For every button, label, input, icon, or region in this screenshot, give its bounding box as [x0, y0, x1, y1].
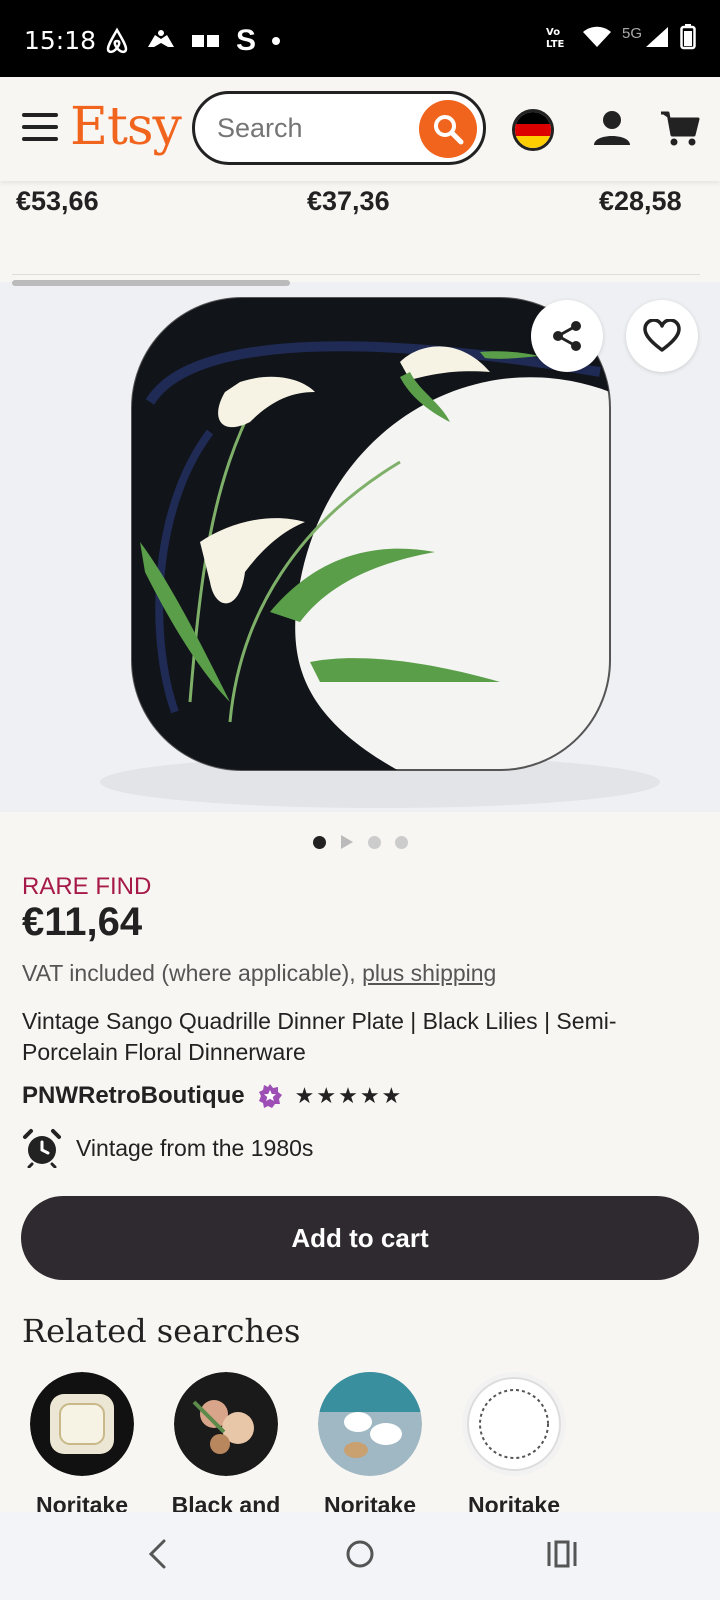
rating-stars: ★★★★★ [294, 1083, 404, 1108]
s-icon: S [236, 24, 257, 57]
shop-name[interactable]: PNWRetroBoutique [22, 1082, 245, 1110]
home-icon[interactable] [344, 1538, 376, 1570]
vintage-row: Vintage from the 1980s [22, 1128, 313, 1168]
status-bar: 15:18 S Vo LTE 5G [0, 0, 720, 77]
add-to-cart-button[interactable]: Add to cart [21, 1196, 699, 1280]
vat-label: VAT included (where applicable), [22, 960, 363, 986]
battery-icon [680, 24, 696, 50]
previous-items-prices: €53,66 €37,36 €28,58 [0, 186, 720, 226]
listing-price: €11,64 [22, 900, 143, 944]
app-header: Etsy [0, 77, 720, 181]
cart-icon[interactable] [660, 109, 700, 149]
system-nav-bar [0, 1512, 720, 1600]
signal-5g-icon [646, 27, 668, 47]
related-thumbnail [318, 1372, 422, 1476]
item-price: €37,36 [307, 186, 390, 216]
related-thumbnail [30, 1372, 134, 1476]
vintage-text: Vintage from the 1980s [76, 1134, 314, 1161]
svg-text:LTE: LTE [546, 39, 565, 49]
video-play-icon[interactable] [340, 834, 354, 850]
related-thumbnail [174, 1372, 278, 1476]
product-image[interactable] [0, 282, 720, 812]
scroll-indicator [12, 280, 290, 286]
status-time: 15:18 [24, 26, 97, 55]
related-item[interactable]: Black and [172, 1372, 280, 1519]
share-icon [553, 321, 581, 351]
star-seller-icon [258, 1084, 282, 1108]
system-icons: Vo LTE 5G [546, 24, 696, 50]
heart-icon [643, 319, 681, 352]
shipping-link[interactable]: plus shipping [362, 960, 496, 986]
back-icon[interactable] [146, 1538, 170, 1570]
notification-icons: S [104, 24, 281, 58]
badge-icon [192, 35, 219, 47]
related-item[interactable]: Noritake [30, 1372, 134, 1519]
recent-apps-icon[interactable] [546, 1538, 578, 1570]
airbnb-icon [106, 27, 128, 54]
item-price: €53,66 [16, 186, 99, 216]
shop-row[interactable]: PNWRetroBoutique ★★★★★ [22, 1082, 403, 1110]
share-button[interactable] [531, 300, 603, 372]
related-item[interactable]: Noritake [318, 1372, 422, 1519]
related-thumbnail [462, 1372, 566, 1476]
carousel-dots [0, 832, 720, 852]
carousel-dot[interactable] [312, 835, 326, 849]
menu-icon[interactable] [22, 113, 58, 141]
region-flag-icon[interactable] [512, 109, 554, 151]
carousel-dot[interactable] [367, 835, 381, 849]
listing-title: Vintage Sango Quadrille Dinner Plate | B… [22, 1008, 617, 1065]
etsy-logo[interactable]: Etsy [70, 97, 182, 157]
volte-icon: VoLTE [546, 27, 565, 49]
hoodie-icon [148, 30, 174, 47]
svg-text:Vo: Vo [546, 27, 560, 38]
divider [12, 274, 700, 275]
dot-icon [272, 37, 281, 45]
related-searches-title: Related searches [22, 1312, 301, 1350]
alarm-clock-icon [23, 1129, 61, 1168]
plate-image [100, 297, 660, 808]
rare-find-badge: RARE FIND [22, 873, 152, 900]
search-icon [434, 115, 464, 145]
related-searches-list: Noritake Black and Noritake Noritake [30, 1372, 566, 1519]
related-item[interactable]: Noritake [462, 1372, 566, 1519]
search-input[interactable] [215, 112, 399, 145]
item-price: €28,58 [599, 186, 682, 216]
favorite-button[interactable] [626, 300, 698, 372]
search-button[interactable] [419, 100, 477, 158]
vat-text: VAT included (where applicable), plus sh… [22, 960, 496, 987]
network-label: 5G [621, 24, 642, 42]
wifi-icon [582, 26, 611, 47]
account-icon[interactable] [592, 109, 632, 147]
carousel-dot[interactable] [394, 835, 408, 849]
search-bar[interactable] [192, 91, 486, 165]
